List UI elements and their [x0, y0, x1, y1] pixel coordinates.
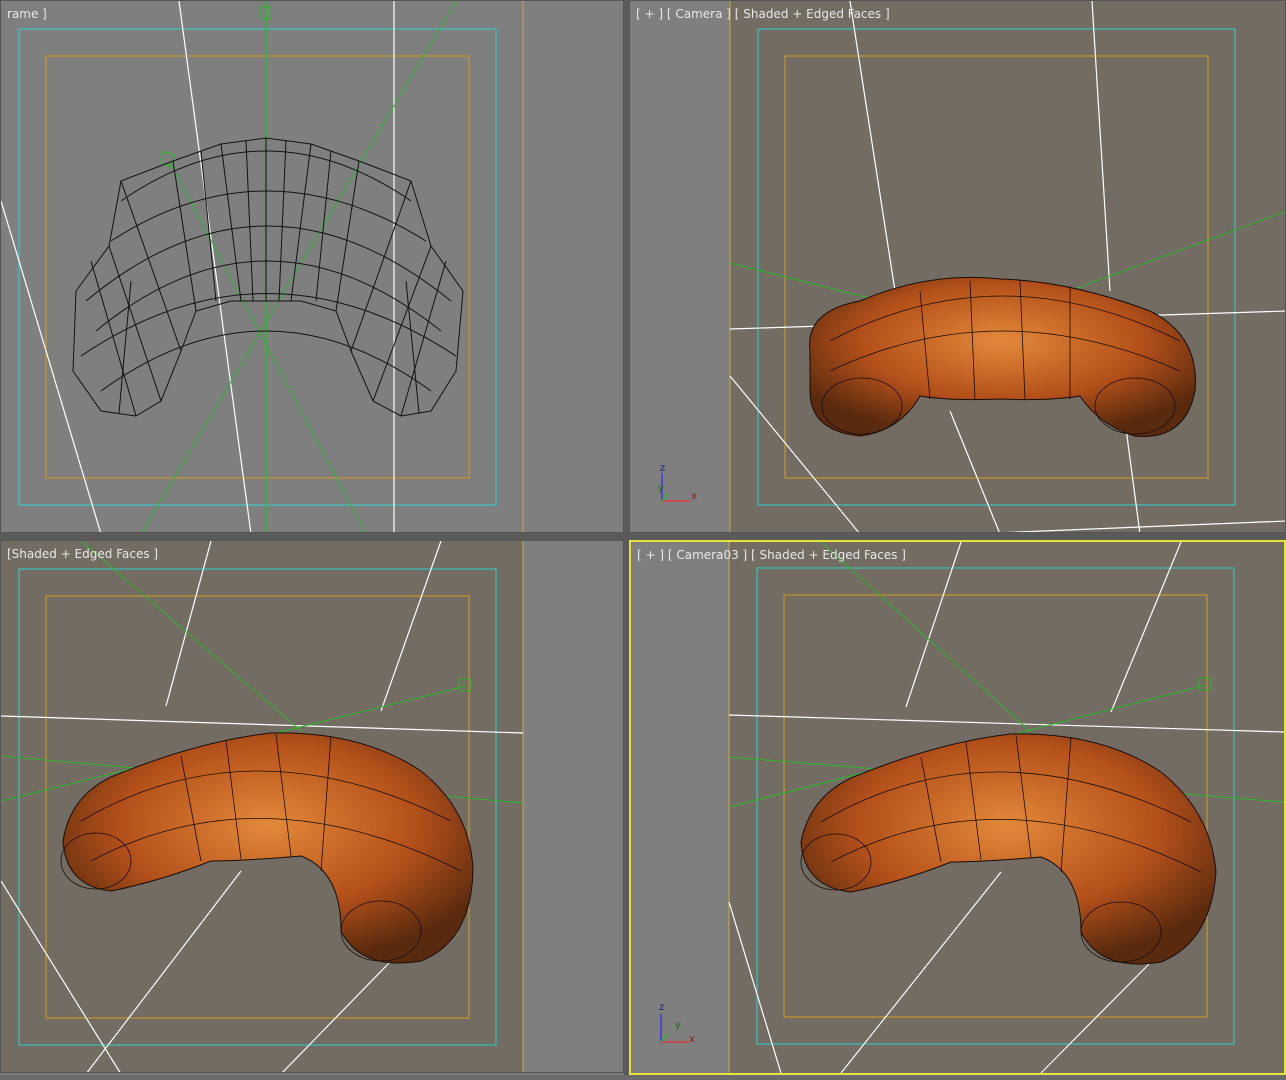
axis-z-label: z — [659, 1002, 665, 1013]
axis-y-label: y — [675, 1020, 681, 1031]
viewport-perspective[interactable]: [Shaded + Edged Faces ] — [0, 540, 624, 1073]
camera03-scene — [728, 542, 1284, 1073]
viewport-label[interactable]: [ + ] [ Camera03 ] [ Shaded + Edged Face… — [637, 548, 906, 562]
viewport-label[interactable]: [Shaded + Edged Faces ] — [7, 547, 158, 561]
axis-z-label: z — [660, 463, 666, 474]
wireframe-scene — [1, 1, 524, 532]
viewport-divider-horizontal[interactable] — [0, 533, 1286, 540]
status-strip — [0, 1075, 1286, 1080]
camera-scene — [729, 1, 1285, 532]
viewport-front-wireframe[interactable]: rame ] — [0, 0, 624, 533]
viewport-label[interactable]: rame ] — [7, 7, 47, 21]
viewport-camera[interactable]: [ + ] [ Camera ] [ Shaded + Edged Faces … — [629, 0, 1286, 533]
axis-x-label: x — [689, 1034, 695, 1045]
axis-x-label: x — [691, 491, 697, 502]
perspective-scene — [1, 541, 524, 1072]
axis-y-label: y — [658, 483, 664, 494]
viewport-label[interactable]: [ + ] [ Camera ] [ Shaded + Edged Faces … — [636, 7, 890, 21]
viewport-camera03-active[interactable]: [ + ] [ Camera03 ] [ Shaded + Edged Face… — [629, 540, 1286, 1075]
